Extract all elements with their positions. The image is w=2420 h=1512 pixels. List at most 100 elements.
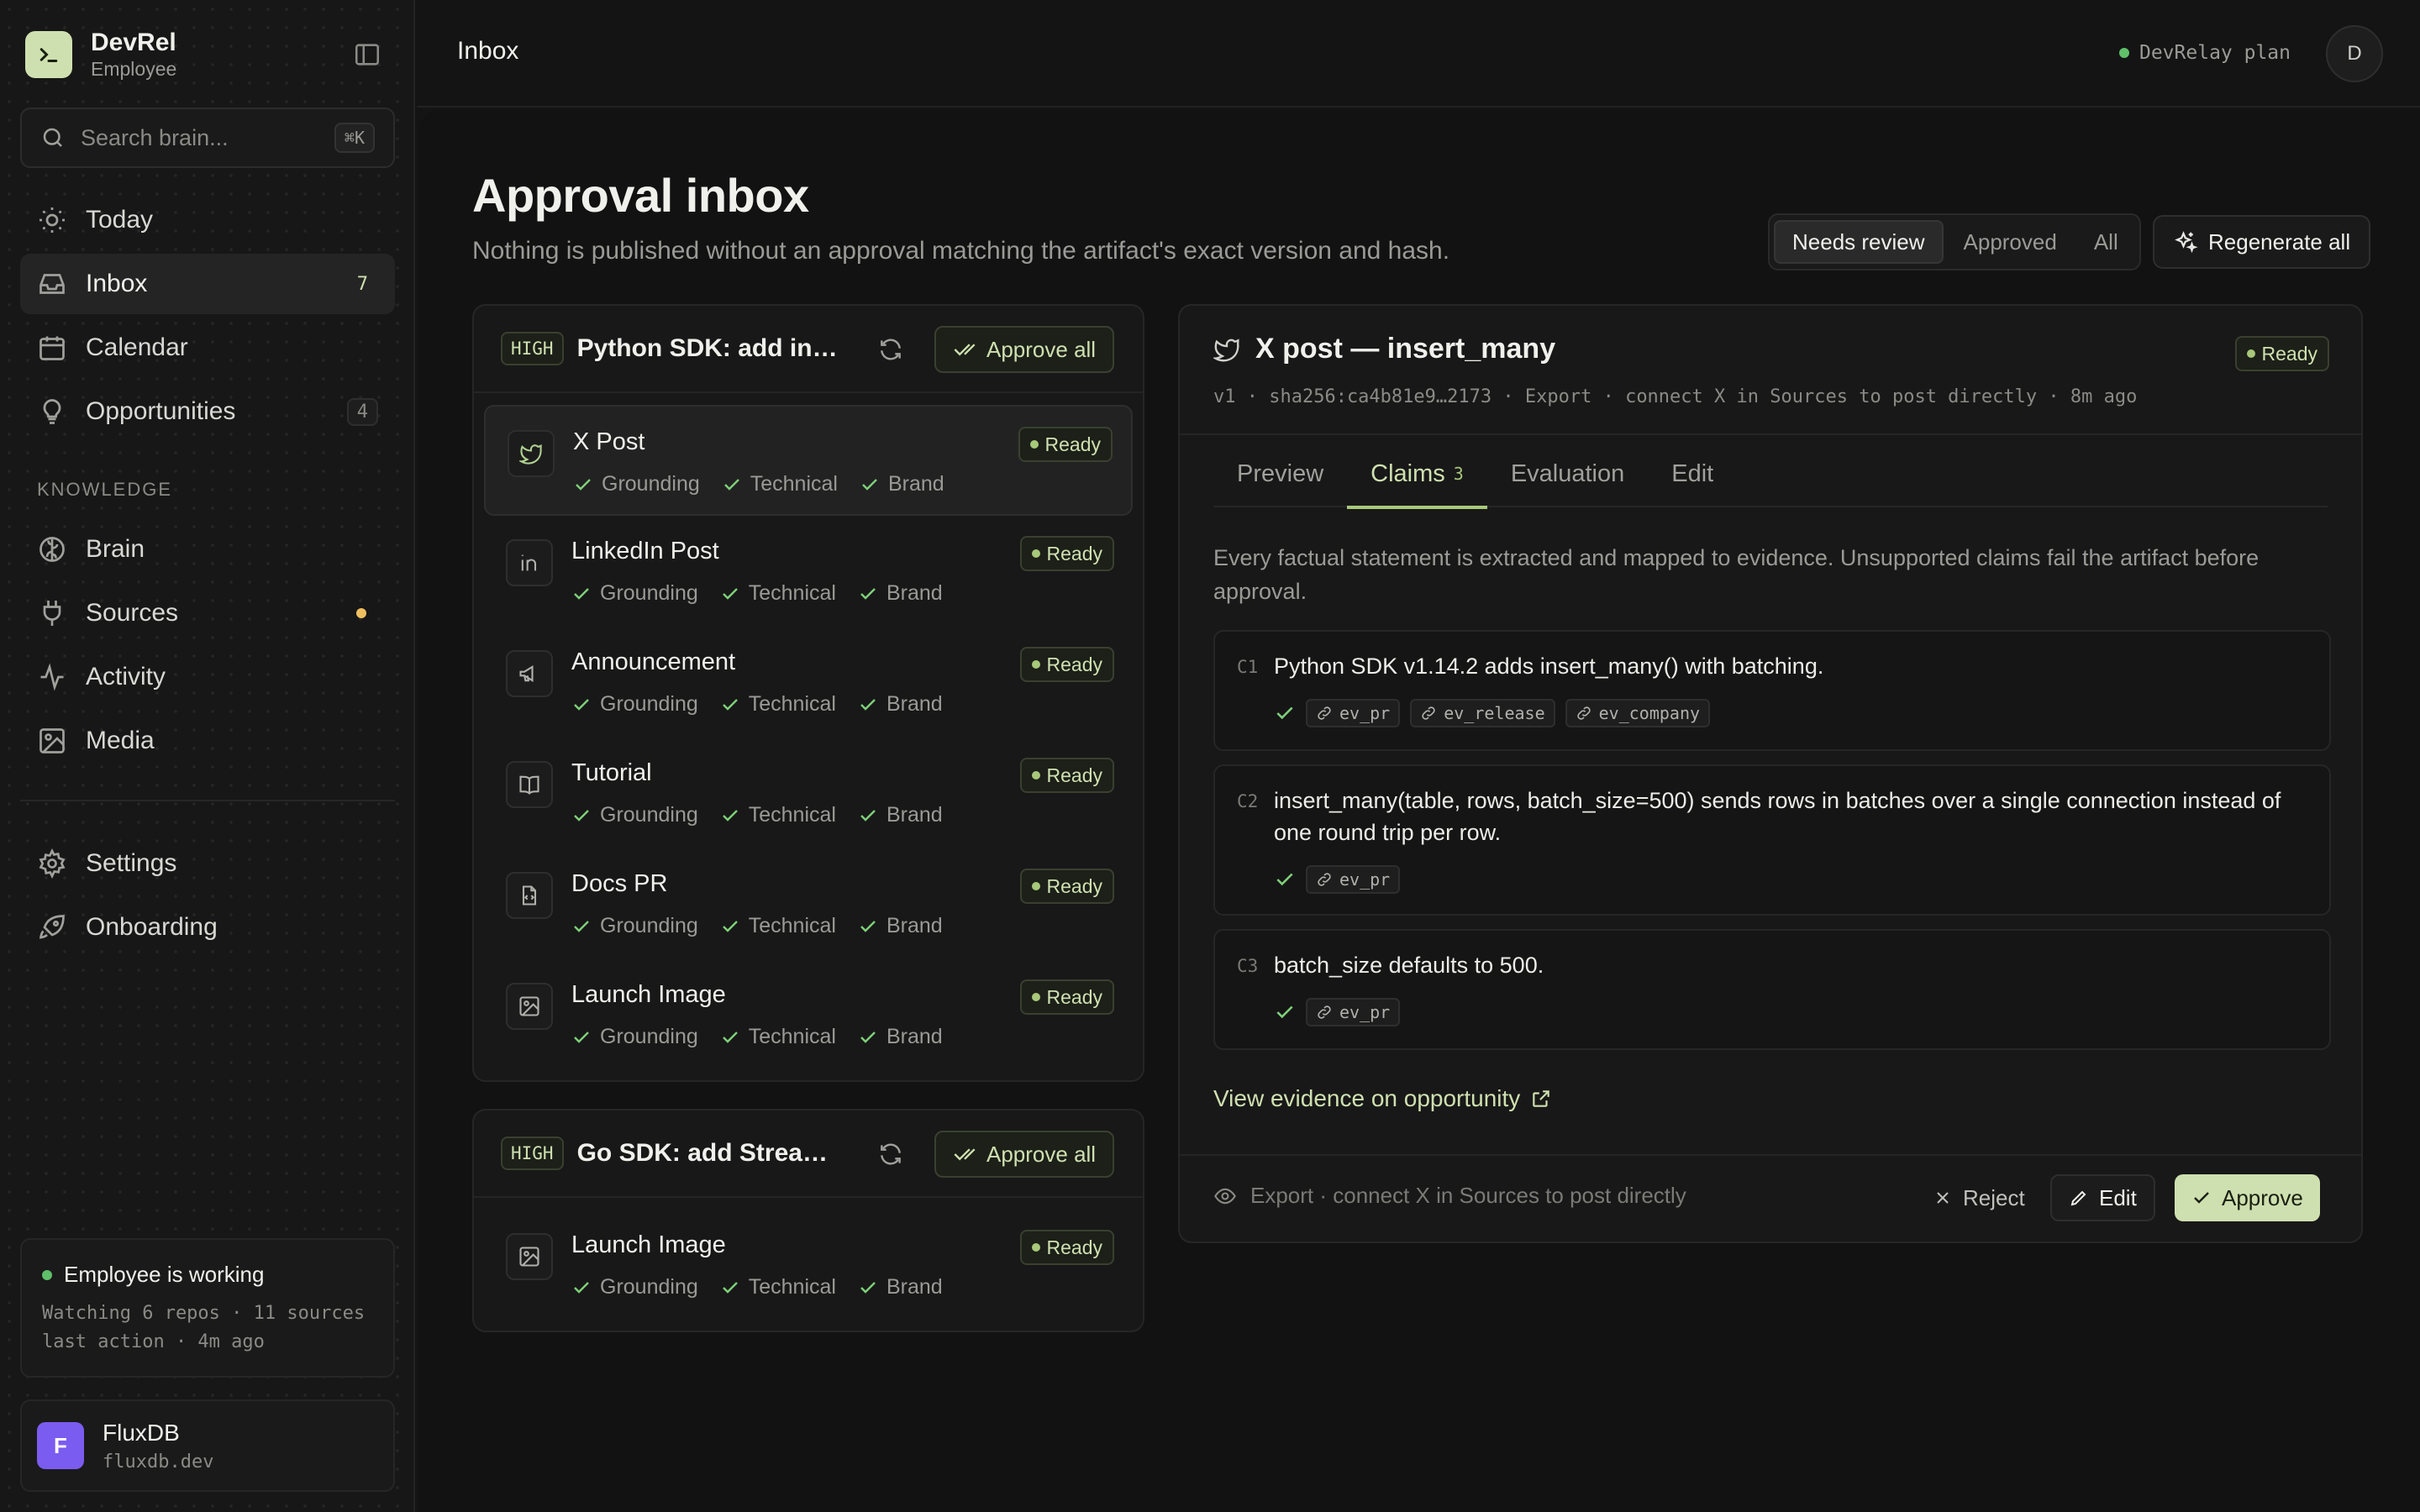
status-badge: Ready (1019, 758, 1114, 793)
list-item-linkedin-post[interactable]: LinkedIn Post Grounding Technical Brand … (484, 516, 1133, 627)
evidence-chip[interactable]: ev_pr (1306, 865, 1401, 894)
check-icon (574, 587, 589, 600)
plan-label: DevRelay plan (2139, 42, 2291, 64)
evidence-chip[interactable]: ev_pr (1306, 699, 1401, 727)
check-icon (722, 809, 738, 822)
group-title[interactable]: Python SDK: add ins... (577, 334, 846, 363)
linkedin-icon (506, 539, 553, 586)
ready-dot (1031, 882, 1040, 890)
opportunities-count-badge: 4 (346, 397, 378, 426)
check-icon (2194, 1192, 2209, 1204)
sidebar-item-sources[interactable]: Sources (20, 583, 395, 643)
calendar-icon (39, 336, 65, 360)
refresh-icon[interactable] (877, 1141, 904, 1168)
tab-edit[interactable]: Edit (1648, 440, 1737, 507)
group-title[interactable]: Go SDK: add Stream(... (577, 1139, 846, 1168)
check-technical: Technical (720, 803, 836, 827)
check-brand: Brand (858, 1025, 943, 1049)
activity-icon (40, 663, 64, 691)
claim-card: C3 batch_size defaults to 500. ev_pr (1213, 929, 2331, 1050)
filter-all[interactable]: All (2077, 220, 2135, 264)
status-line-2: last action · 4m ago (42, 1331, 265, 1352)
item-title: LinkedIn Post (571, 538, 719, 564)
artifact-title-text: X post — insert_many (1255, 333, 1556, 365)
brain-icon (39, 537, 65, 562)
tab-claims[interactable]: Claims 3 (1347, 440, 1487, 509)
link-icon (1318, 873, 1331, 886)
list-item-announcement[interactable]: Announcement Grounding Technical Brand R… (484, 627, 1133, 738)
approve-button[interactable]: Approve (2175, 1174, 2320, 1221)
search-shortcut: ⌘K (334, 123, 375, 153)
check-icon (723, 478, 739, 491)
filter-needs-review[interactable]: Needs review (1774, 220, 1944, 264)
list-item-docs-pr[interactable]: Docs PR Grounding Technical Brand Ready (484, 848, 1133, 959)
claim-text: insert_many(table, rows, batch_size=500)… (1274, 788, 2281, 845)
brand[interactable]: DevRel Employee (25, 29, 176, 81)
edit-button[interactable]: Edit (2050, 1174, 2155, 1221)
claim-id: C2 (1237, 791, 1259, 811)
sidebar-item-onboarding[interactable]: Onboarding (20, 897, 395, 958)
check-brand: Brand (858, 803, 943, 827)
list-item-launch-image[interactable]: Launch Image Grounding Technical Brand R… (484, 1210, 1133, 1320)
avatar[interactable]: D (2326, 25, 2383, 82)
evidence-chip[interactable]: ev_pr (1306, 998, 1401, 1026)
page-subtitle: Nothing is published without an approval… (472, 237, 1450, 265)
refresh-icon[interactable] (877, 336, 904, 363)
sidebar-item-activity[interactable]: Activity (20, 647, 395, 707)
sidebar-item-today[interactable]: Today (20, 190, 395, 250)
view-evidence-link[interactable]: View evidence on opportunity (1213, 1085, 1552, 1112)
check-brand: Brand (858, 1275, 943, 1299)
list-item-tutorial[interactable]: Tutorial Grounding Technical Brand Ready (484, 738, 1133, 848)
org-switcher[interactable]: F FluxDB fluxdb.dev (20, 1399, 395, 1492)
check-icon (860, 920, 876, 932)
ready-dot (1029, 440, 1039, 449)
approve-all-button[interactable]: Approve all (934, 1131, 1115, 1178)
ready-dot (1031, 771, 1040, 780)
list-item-launch-image[interactable]: Launch Image Grounding Technical Brand R… (484, 959, 1133, 1070)
check-grounding: Grounding (573, 472, 700, 496)
sidebar-item-brain[interactable]: Brain (20, 519, 395, 580)
tab-evaluation[interactable]: Evaluation (1487, 440, 1648, 507)
sidebar-item-inbox[interactable]: Inbox 7 (20, 254, 395, 314)
external-link-icon (1533, 1090, 1550, 1107)
item-title: Tutorial (571, 759, 652, 786)
list-item-x-post[interactable]: X Post Grounding Technical Brand Ready (484, 405, 1133, 516)
image-icon (39, 728, 65, 753)
check-icon (860, 1281, 876, 1294)
status-badge: Ready (1019, 647, 1114, 682)
ready-dot (2246, 349, 2255, 358)
approval-group-go-sdk: HIGH Go SDK: add Stream(... Approve all … (472, 1109, 1144, 1332)
search-input[interactable]: Search brain... ⌘K (20, 108, 395, 168)
claim-id: C1 (1237, 657, 1259, 677)
filter-approved[interactable]: Approved (1947, 220, 2074, 264)
check-icon (722, 587, 738, 600)
check-icon (1276, 1005, 1293, 1019)
status-badge: Ready (1019, 869, 1114, 904)
sidebar-item-media[interactable]: Media (20, 711, 395, 771)
check-grounding: Grounding (571, 1275, 698, 1299)
reject-button[interactable]: Reject (1916, 1174, 2042, 1221)
evidence-chip[interactable]: ev_release (1410, 699, 1555, 727)
ready-dot (1031, 549, 1040, 558)
image-icon (506, 1233, 553, 1280)
footer-note-text: Export · connect X in Sources to post di… (1250, 1183, 1686, 1208)
sidebar-toggle-icon[interactable] (353, 40, 381, 69)
approve-all-button[interactable]: Approve all (934, 326, 1115, 373)
lightbulb-icon (43, 399, 61, 424)
evidence-chip[interactable]: ev_company (1565, 699, 1711, 727)
ready-dot (1031, 660, 1040, 669)
tab-preview[interactable]: Preview (1213, 440, 1347, 507)
sidebar-item-calendar[interactable]: Calendar (20, 318, 395, 378)
item-title: Docs PR (571, 870, 668, 897)
item-title: Launch Image (571, 1231, 726, 1258)
sidebar-item-label: Settings (86, 849, 177, 877)
check-technical: Technical (720, 1025, 836, 1049)
org-name: FluxDB (103, 1419, 180, 1446)
sidebar-divider (20, 800, 395, 801)
check-icon (860, 1031, 876, 1043)
terminal-icon (25, 31, 72, 78)
sidebar-item-settings[interactable]: Settings (20, 833, 395, 894)
sources-warning-dot (356, 608, 366, 618)
regenerate-all-button[interactable]: Regenerate all (2153, 215, 2371, 269)
sidebar-item-opportunities[interactable]: Opportunities 4 (20, 381, 395, 442)
